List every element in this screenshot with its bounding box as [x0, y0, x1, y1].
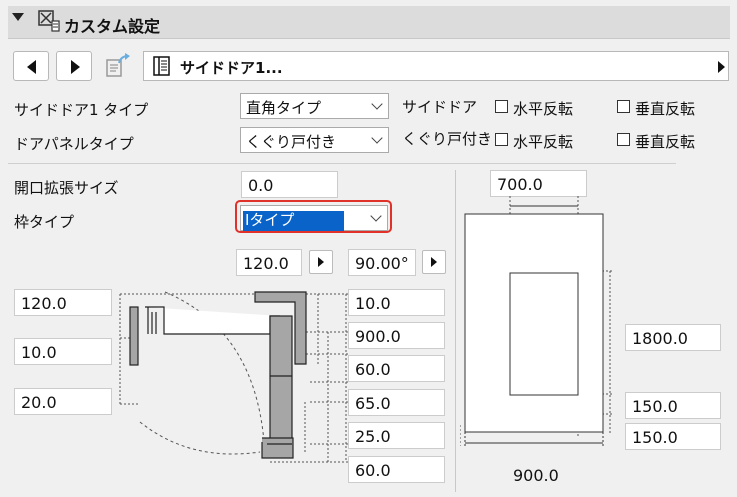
chevron-down-icon	[371, 98, 383, 110]
custom-settings-icon	[38, 10, 60, 32]
path-label: サイドドア1...	[180, 59, 283, 77]
frame-section-diagram	[119, 291, 348, 463]
door-type-label: サイドドア1 タイプ	[14, 101, 149, 119]
wicket-flip-v-label: 垂直反転	[635, 133, 696, 151]
frame-type-value: Iタイプ	[243, 211, 345, 231]
panel-type-select[interactable]: くぐり戸付き	[240, 127, 389, 153]
panel-type-label: ドアパネルタイプ	[14, 135, 134, 153]
header-title: カスタム設定	[64, 17, 161, 36]
element-path-box[interactable]: サイドドア1...	[143, 51, 729, 81]
expand-arrow-icon[interactable]	[718, 61, 725, 73]
left-dim-input-1[interactable]: 120.0	[14, 289, 112, 316]
play-arrow-icon	[431, 257, 437, 267]
frame-type-label: 枠タイプ	[14, 213, 75, 231]
wicket-flip-h-label: 水平反転	[513, 133, 574, 151]
side-door-flip-h-checkbox[interactable]	[495, 100, 508, 113]
side-door-label: サイドドア	[402, 98, 478, 116]
left-dim-input-2[interactable]: 10.0	[14, 338, 112, 365]
right-dim-input-2[interactable]: 900.0	[348, 322, 445, 349]
right-dim-input-5[interactable]: 25.0	[348, 422, 445, 449]
right-dim-input-4[interactable]: 65.0	[348, 389, 445, 416]
chevron-down-icon	[371, 132, 383, 144]
wicket-label: くぐり戸付き	[402, 130, 493, 148]
chevron-down-icon	[370, 210, 382, 222]
side-door-flip-h-label: 水平反転	[513, 100, 574, 118]
elevation-top-width-input[interactable]: 700.0	[490, 170, 587, 197]
elevation-gap1-input[interactable]: 150.0	[625, 392, 721, 419]
side-door-flip-v-label: 垂直反転	[635, 100, 696, 118]
export-icon[interactable]	[104, 53, 134, 79]
collapse-arrow-icon[interactable]	[12, 13, 24, 21]
divider	[8, 163, 676, 164]
wicket-flip-h-checkbox[interactable]	[495, 133, 508, 146]
door-type-select[interactable]: 直角タイプ	[240, 93, 389, 119]
side-door-flip-v-checkbox[interactable]	[617, 100, 630, 113]
right-dim-input-1[interactable]: 10.0	[348, 289, 445, 316]
right-dim-input-3[interactable]: 60.0	[348, 355, 445, 382]
elevation-bottom-width: 900.0	[513, 466, 559, 485]
section-top-width-button[interactable]	[309, 250, 333, 274]
arrow-left-icon	[27, 60, 36, 74]
left-dim-input-3[interactable]: 20.0	[14, 388, 112, 415]
angle-button[interactable]	[422, 250, 446, 274]
panel-type-value: くぐり戸付き	[246, 133, 337, 151]
divider-vertical	[455, 170, 456, 492]
angle-input[interactable]: 90.00°	[348, 249, 416, 276]
wicket-flip-v-checkbox[interactable]	[617, 133, 630, 146]
arrow-right-icon	[71, 60, 80, 74]
next-button[interactable]	[56, 51, 92, 81]
door-icon	[153, 56, 170, 76]
door-elevation-diagram	[460, 196, 612, 446]
elevation-height-input[interactable]: 1800.0	[625, 324, 721, 351]
opening-size-input[interactable]: 0.0	[241, 171, 338, 198]
right-dim-input-6[interactable]: 60.0	[348, 456, 445, 483]
opening-size-label: 開口拡張サイズ	[14, 179, 119, 197]
previous-button[interactable]	[13, 51, 49, 81]
door-type-value: 直角タイプ	[246, 99, 322, 117]
frame-type-select[interactable]: Iタイプ	[240, 205, 388, 231]
elevation-gap2-input[interactable]: 150.0	[625, 423, 721, 450]
play-arrow-icon	[318, 257, 324, 267]
